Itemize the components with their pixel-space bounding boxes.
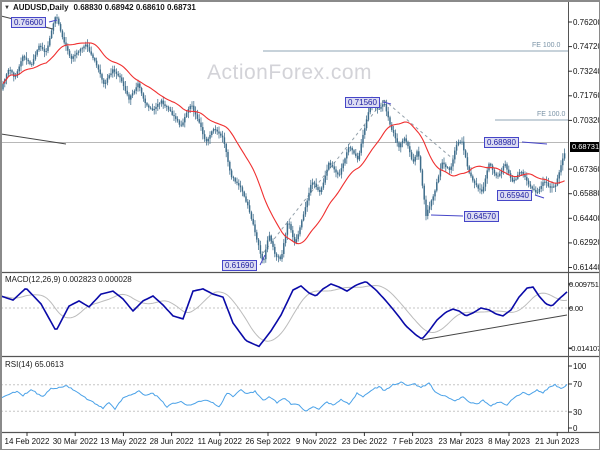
price-axis-label: 0.65880 <box>573 189 600 199</box>
macd-signal-line <box>1 284 568 342</box>
date-axis-label: 8 May 2023 <box>488 437 530 446</box>
macd-axis-label: 0.00 <box>569 303 583 313</box>
macd-indicator-label: MACD(12,26,9) 0.002823 0.000028 <box>5 275 132 284</box>
date-axis-label: 14 Feb 2022 <box>4 437 50 446</box>
rsi-indicator-label: RSI(14) 65.0613 <box>5 360 64 369</box>
date-axis-label: 23 Dec 2022 <box>341 437 388 446</box>
price-annotation[interactable]: 0.76600 <box>11 17 46 28</box>
price-annotation[interactable]: 0.61690 <box>222 260 257 271</box>
price-axis-label: 0.61440 <box>573 263 600 272</box>
date-axis-label: 9 Nov 2022 <box>295 437 337 446</box>
annotation-connector <box>430 214 464 217</box>
price-annotation[interactable]: 0.68980 <box>484 137 519 148</box>
price-axis-label: 0.67360 <box>573 164 600 174</box>
chart-dropdown-icon[interactable]: ▼ <box>4 5 10 11</box>
date-axis-label: 7 Feb 2023 <box>392 437 433 446</box>
current-price-badge: 0.68731 <box>570 141 600 152</box>
panel-borders <box>1 1 599 449</box>
chart-canvas <box>1 1 599 449</box>
price-axis-label: 0.71760 <box>573 91 600 101</box>
macd-axis-label: -0.014107 <box>569 343 600 353</box>
macd-main-line <box>1 281 568 348</box>
date-axis-label: 13 May 2022 <box>100 437 147 446</box>
annotation-connector <box>534 194 545 199</box>
rsi-axis-label: 30 <box>573 407 582 417</box>
price-axis-label: 0.73240 <box>573 66 600 76</box>
date-axis-label: 28 Jun 2022 <box>149 437 194 446</box>
chart-window: ActionForex.com ▼ AUDUSD,Daily 0.68830 0.6… <box>0 0 600 450</box>
date-axis-label: 26 Sep 2022 <box>245 437 291 446</box>
price-annotation[interactable]: 0.64570 <box>464 211 499 222</box>
date-axis-label: 23 Mar 2023 <box>438 437 484 446</box>
fib-extension-label: FE 100.0 <box>537 111 566 118</box>
price-axis-label: 0.62920 <box>573 238 600 248</box>
rsi-axis-label: 0 <box>573 423 578 433</box>
price-annotation[interactable]: 0.65940 <box>497 190 532 201</box>
date-axis-label: 21 Jun 2023 <box>535 437 580 446</box>
price-axis-label: 0.76200 <box>573 17 600 27</box>
rsi-axis-label: 100 <box>573 361 587 371</box>
macd-axis-label: 0.009751 <box>569 279 599 289</box>
rsi-line <box>1 381 568 412</box>
symbol-label: AUDUSD,Daily <box>12 3 69 12</box>
rsi-axis-label: 70 <box>573 379 582 389</box>
price-axis-label: 0.74720 <box>573 42 600 52</box>
fib-extension-label: FE 100.0 <box>532 42 561 49</box>
date-axis-label: 30 Mar 2022 <box>52 437 98 446</box>
ohlc-values: 0.68830 0.68942 0.68610 0.68731 <box>73 3 196 12</box>
price-annotation[interactable]: 0.71560 <box>345 97 380 108</box>
date-axis-label: 11 Aug 2022 <box>197 437 242 446</box>
window-frame <box>1 1 599 449</box>
annotation-connector <box>382 101 392 105</box>
price-axis-label: 0.64400 <box>573 213 600 223</box>
price-axis-label: 0.70320 <box>573 115 600 125</box>
title-bar: ▼ AUDUSD,Daily 0.68830 0.68942 0.68610 0.6… <box>4 3 196 12</box>
